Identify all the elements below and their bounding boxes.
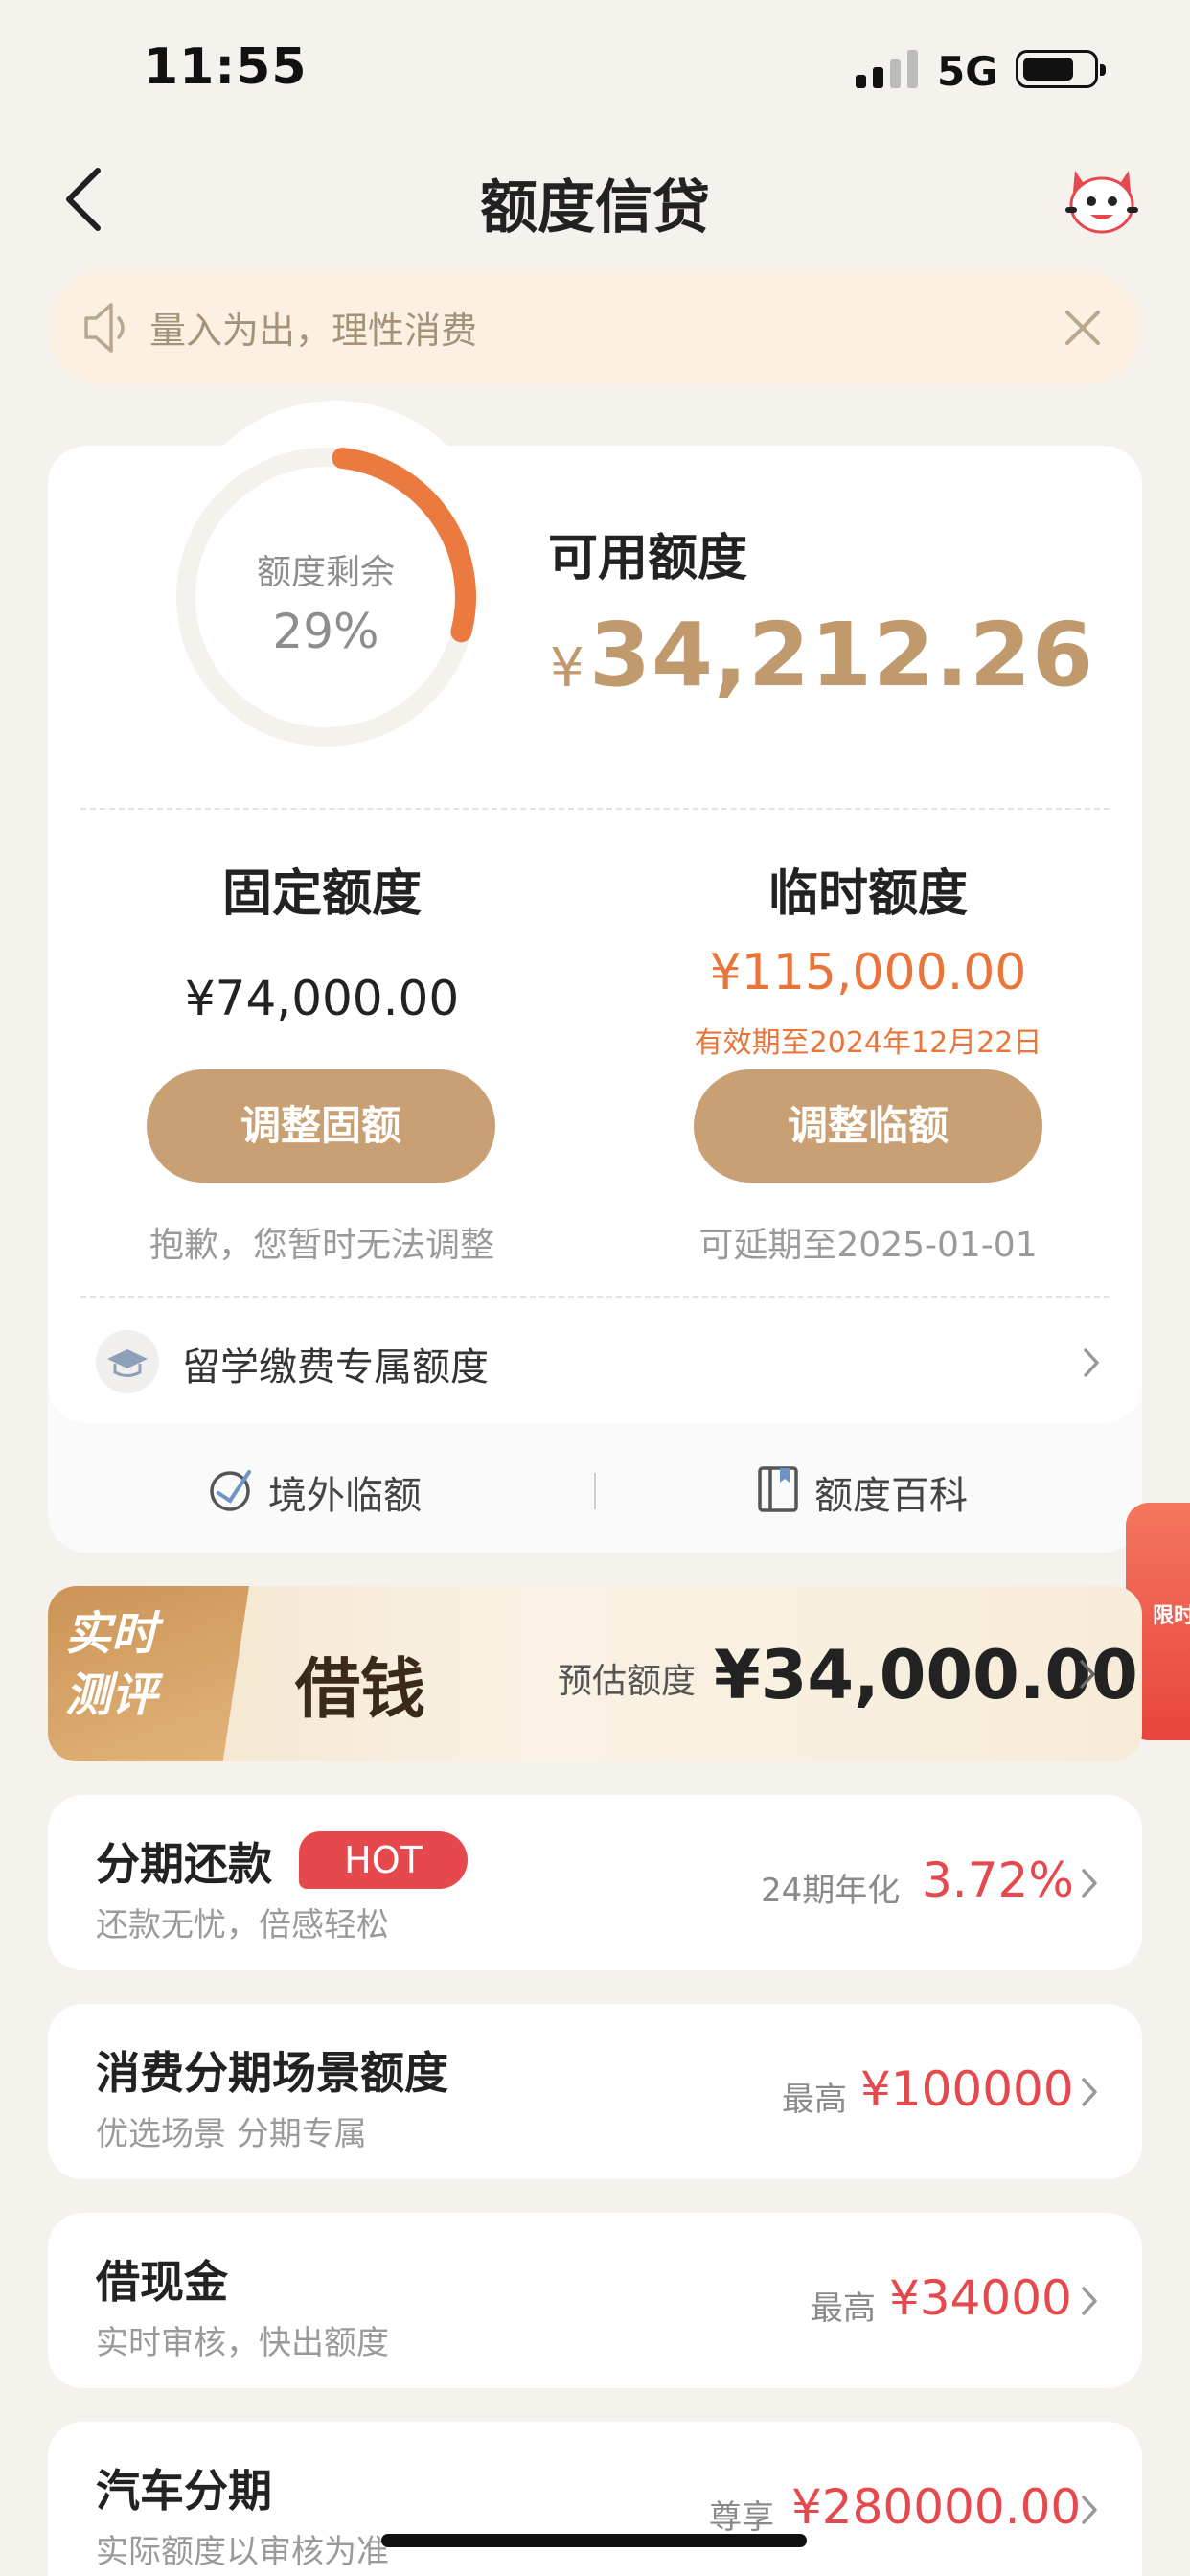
separator	[594, 1473, 596, 1509]
cash-loan-row[interactable]: 借现金 实时审核，快出额度 最高 ¥34000	[48, 2213, 1142, 2388]
borrow-banner[interactable]: 实时 测评 借钱 预估额度 ¥34,000.00	[48, 1586, 1142, 1761]
mascot-avatar-icon[interactable]	[1062, 163, 1142, 240]
chevron-right-icon	[1079, 2493, 1100, 2531]
adjust-temp-button[interactable]: 调整临额	[694, 1070, 1042, 1183]
currency-symbol: ¥	[550, 637, 584, 700]
study-quota-label: 留学缴费专属额度	[182, 1346, 489, 1390]
item-right-label: 最高	[782, 2081, 847, 2119]
notice-bar: 量入为出，理性消费	[48, 270, 1142, 385]
remaining-gauge	[172, 444, 479, 750]
chevron-right-icon	[1079, 2284, 1100, 2322]
home-indicator[interactable]	[381, 2534, 807, 2547]
item-right-value: ¥34000	[889, 2270, 1072, 2326]
graduation-cap-icon	[96, 1330, 159, 1393]
close-icon[interactable]	[1062, 307, 1104, 349]
notice-text: 量入为出，理性消费	[149, 310, 478, 352]
auto-installment-row[interactable]: 汽车分期 实际额度以审核为准 尊享 ¥280000.00	[48, 2422, 1142, 2576]
quota-wiki-link[interactable]: 额度百科	[814, 1464, 968, 1520]
page-title: 额度信贷	[480, 174, 710, 242]
chevron-right-icon	[1079, 1866, 1100, 1904]
chevron-right-icon	[1079, 2075, 1100, 2113]
temp-hint: 可延期至2025-01-01	[698, 1226, 1038, 1265]
tag-line-2: 测评	[65, 1668, 158, 1722]
temp-title: 临时额度	[767, 865, 968, 923]
book-icon	[757, 1465, 799, 1513]
network-type: 5G	[937, 48, 998, 95]
chevron-right-icon	[1081, 1346, 1102, 1380]
overseas-temp-link[interactable]: 境外临额	[268, 1464, 422, 1520]
status-time: 11:55	[144, 38, 308, 96]
divider	[80, 808, 1110, 810]
item-right-value: 3.72%	[922, 1852, 1074, 1908]
battery-icon	[1016, 50, 1106, 88]
item-right-label: 尊享	[709, 2498, 774, 2537]
fixed-hint: 抱歉，您暂时无法调整	[149, 1226, 494, 1265]
item-subtitle: 优选场景 分期专属	[96, 2115, 367, 2153]
divider	[80, 1296, 1110, 1298]
available-amount: 34,212.26	[589, 604, 1094, 706]
available-label: 可用额度	[548, 530, 748, 587]
item-title: 消费分期场景额度	[96, 2047, 448, 2099]
item-title: 借现金	[96, 2256, 228, 2308]
fixed-amount: ¥74,000.00	[184, 971, 460, 1026]
installment-repay-row[interactable]: 分期还款 HOT 还款无忧，倍感轻松 24期年化 3.72%	[48, 1795, 1142, 1970]
item-title: 汽车分期	[96, 2465, 272, 2517]
hot-badge: HOT	[299, 1831, 468, 1889]
chevron-right-icon	[1077, 1657, 1098, 1695]
estimate-amount: ¥34,000.00	[714, 1636, 1138, 1714]
overseas-icon	[205, 1464, 259, 1514]
item-subtitle: 实时审核，快出额度	[96, 2324, 389, 2362]
promo-text: 限时	[1153, 1604, 1190, 1628]
item-right-value: ¥100000	[860, 2061, 1074, 2117]
gauge-label: 额度剩余	[256, 553, 395, 592]
gauge-percent: 29%	[272, 604, 379, 659]
item-title: 分期还款	[96, 1838, 272, 1890]
item-subtitle: 还款无忧，倍感轻松	[96, 1906, 389, 1944]
cellular-signal-icon	[856, 50, 923, 88]
consumer-scene-row[interactable]: 消费分期场景额度 优选场景 分期专属 最高 ¥100000	[48, 2004, 1142, 2179]
estimate-label: 预估额度	[558, 1662, 697, 1701]
item-right-value: ¥280000.00	[791, 2479, 1082, 2535]
speaker-icon	[80, 299, 134, 356]
borrow-title: 借钱	[295, 1651, 426, 1728]
adjust-fixed-button[interactable]: 调整固额	[147, 1070, 495, 1183]
tag-line-1: 实时	[65, 1607, 158, 1661]
item-right-label: 24期年化	[761, 1872, 901, 1910]
item-subtitle: 实际额度以审核为准	[96, 2533, 389, 2571]
fixed-title: 固定额度	[221, 865, 422, 923]
item-right-label: 最高	[811, 2289, 876, 2328]
temp-expiry: 有效期至2024年12月22日	[694, 1026, 1042, 1060]
realtime-assess-text: 实时 测评	[65, 1603, 157, 1726]
temp-amount: ¥115,000.00	[709, 944, 1027, 1001]
